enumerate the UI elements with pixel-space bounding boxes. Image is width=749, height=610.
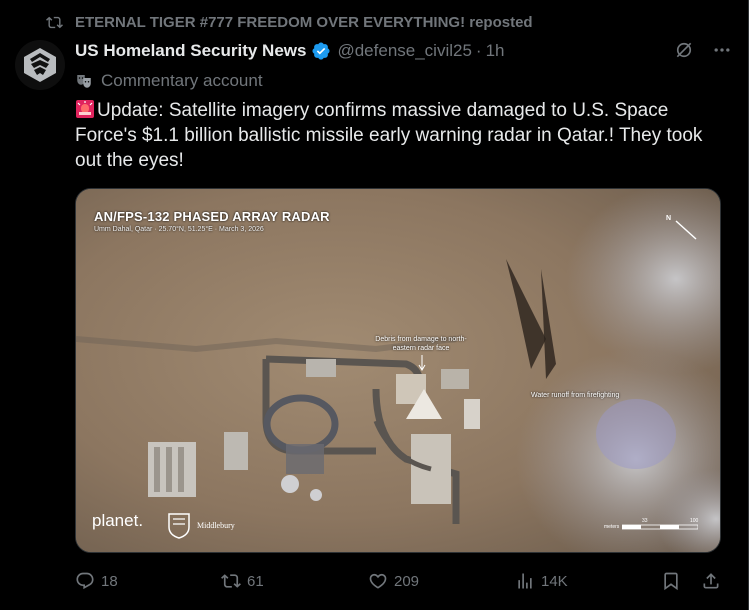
share-button[interactable]	[701, 568, 727, 594]
commentary-label[interactable]: Commentary account	[75, 70, 263, 92]
scale-bar-end: 100	[690, 518, 699, 524]
north-arrow-icon	[675, 220, 697, 240]
separator-dot: ·	[475, 41, 482, 60]
annotation-debris: Debris from damage to north-eastern rada…	[375, 336, 467, 352]
eagle-logo-icon	[15, 40, 65, 90]
timestamp[interactable]: 1h	[486, 41, 505, 61]
bookmark-icon	[664, 572, 678, 591]
verified-badge-icon	[312, 42, 331, 60]
scale-bar-mid: 33	[642, 518, 648, 524]
reply-button[interactable]: 18	[75, 568, 118, 594]
image-title: AN/FPS-132 PHASED ARRAY RADAR	[94, 209, 330, 224]
author-handle[interactable]: @defense_civil25	[337, 41, 471, 61]
commentary-mask-icon	[77, 75, 91, 88]
reply-icon	[76, 572, 94, 590]
bookmark-button[interactable]	[661, 568, 687, 594]
repost-count: 61	[247, 572, 264, 590]
view-count: 14K	[541, 572, 568, 590]
image-subtitle: Umm Dahal, Qatar · 25.70°N, 51.25°E · Ma…	[94, 226, 264, 233]
planet-logo: planet.	[92, 511, 144, 530]
annotation-arrow-icon	[418, 355, 426, 371]
middlebury-label: Middlebury	[197, 521, 235, 530]
repost-icon	[221, 574, 241, 588]
satellite-image[interactable]: AN/FPS-132 PHASED ARRAY RADAR Umm Dahal,…	[75, 188, 721, 553]
repost-icon	[46, 16, 63, 28]
like-button[interactable]: 209	[368, 568, 419, 594]
grok-icon[interactable]	[674, 40, 694, 60]
tweet-text: Update: Satellite imagery confirms massi…	[75, 100, 703, 171]
middlebury-shield-icon	[168, 513, 190, 539]
north-arrow-label: N	[666, 215, 672, 222]
share-icon	[703, 573, 719, 589]
views-button[interactable]: 14K	[515, 568, 568, 594]
annotation-water: Water runoff from firefighting	[531, 392, 620, 399]
like-count: 209	[394, 572, 420, 590]
author-name[interactable]: US Homeland Security News	[75, 41, 306, 61]
repost-button[interactable]: 61	[221, 568, 264, 594]
scale-bar-label: meters	[604, 524, 620, 530]
satellite-photo	[76, 189, 720, 552]
heart-icon	[369, 573, 387, 589]
tweet-card[interactable]: ETERNAL TIGER #777 FREEDOM OVER EVERYTHI…	[0, 0, 749, 610]
repost-indicator[interactable]: ETERNAL TIGER #777 FREEDOM OVER EVERYTHI…	[46, 12, 533, 32]
avatar[interactable]	[15, 40, 65, 90]
tweet-body: Update: Satellite imagery confirms massi…	[75, 98, 725, 173]
repost-text: ETERNAL TIGER #777 FREEDOM OVER EVERYTHI…	[75, 13, 533, 31]
action-bar: 18 61 209 14K	[75, 568, 725, 594]
analytics-icon	[518, 573, 532, 589]
rotating-light-emoji	[76, 100, 94, 118]
reply-count: 18	[101, 572, 118, 590]
commentary-text: Commentary account	[101, 71, 263, 90]
more-options-icon[interactable]	[712, 40, 732, 60]
scale-bar	[622, 524, 698, 530]
